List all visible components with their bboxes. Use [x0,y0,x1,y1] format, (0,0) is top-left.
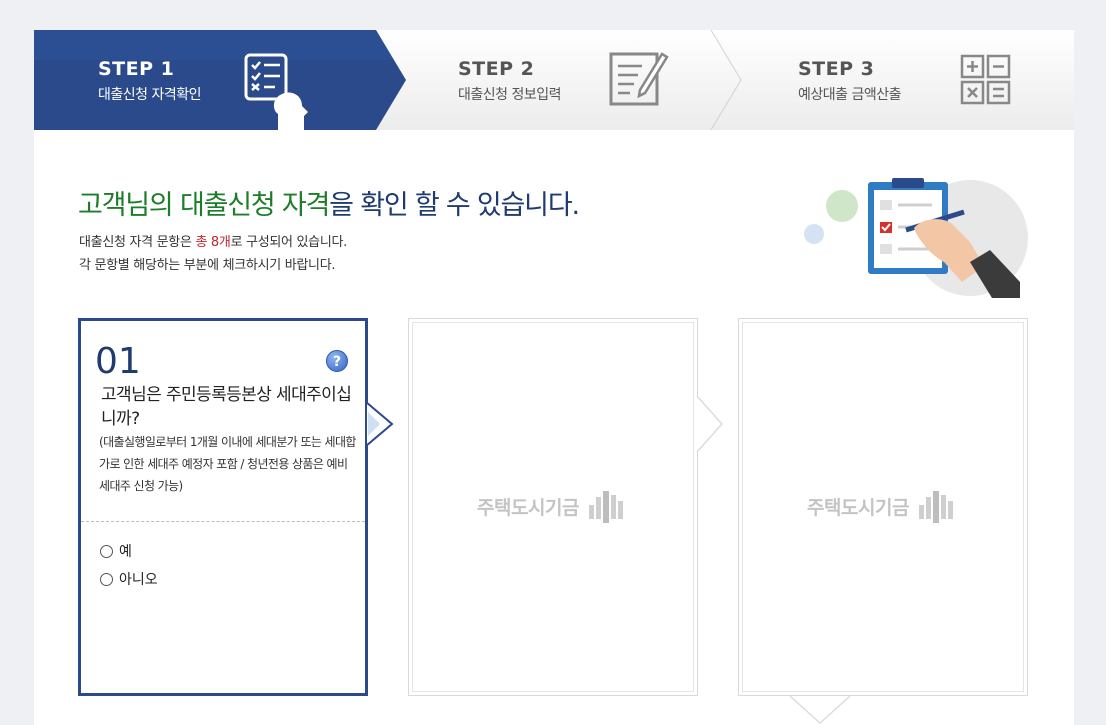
step-1-background [34,30,406,130]
step-3-tab[interactable]: STEP 3 예상대출 금액산출 [738,30,1074,130]
question-title: 고객님은 주민등록등본상 세대주이십니까? [101,385,352,429]
calculator-icon [960,54,1012,110]
question-card-01: 01 ? 고객님은 주민등록등본상 세대주이십니까? (대출실행일로부터 1개월… [78,318,368,696]
title-highlight: 고객님의 대출신청 자격 [78,190,330,221]
option-yes[interactable]: 예 [100,541,132,561]
title-rest: 을 확인 할 수 있습니다. [329,190,580,221]
step-progress-bar: STEP 1 대출신청 자격확인 STEP 2 대출신청 정보입력 STEP 3… [34,30,1074,130]
question-note: (대출실행일로부터 1개월 이내에 세대분가 또는 세대합가로 인한 세대주 예… [99,435,356,493]
document-pencil-icon [608,48,670,114]
page-description: 대출신청 자격 문항은 총 8개로 구성되어 있습니다. 각 문항별 해당하는 … [79,231,347,277]
desc-question-count: 총 8개 [195,235,231,250]
step-1-number: STEP 1 [98,58,175,80]
step-2-label: 대출신청 정보입력 [458,87,562,103]
radio-yes[interactable] [100,544,113,558]
divider [81,521,365,522]
desc-line2: 각 문항별 해당하는 부분에 체크하시기 바랍니다. [79,258,336,273]
card-2-arrow [696,396,724,452]
question-card-placeholder-2: 주택도시기금 [408,318,698,696]
card-3-down-arrow [790,695,850,725]
radio-no[interactable] [100,572,113,586]
watermark-text: 주택도시기금 [477,496,579,519]
building-logo-icon [918,491,953,523]
desc-line1-pre: 대출신청 자격 문항은 [79,235,196,250]
fund-watermark: 주택도시기금 [739,489,1027,523]
option-no-label: 아니오 [119,572,158,588]
step-3-number: STEP 3 [798,58,875,80]
option-yes-label: 예 [119,544,132,560]
step-3-label: 예상대출 금액산출 [798,87,902,103]
building-logo-icon [588,491,623,523]
step-1-tab[interactable]: STEP 1 대출신청 자격확인 [34,30,408,130]
step-1-label: 대출신청 자격확인 [98,87,202,103]
loan-wizard-panel: STEP 1 대출신청 자격확인 STEP 2 대출신청 정보입력 STEP 3… [34,30,1074,725]
desc-line1-post: 로 구성되어 있습니다. [230,235,348,250]
option-no[interactable]: 아니오 [100,569,158,589]
fund-watermark: 주택도시기금 [409,489,697,523]
question-number: 01 [95,341,141,382]
question-card-placeholder-3: 주택도시기금 [738,318,1028,696]
step-2-tab[interactable]: STEP 2 대출신청 정보입력 [408,30,738,130]
page-title: 고객님의 대출신청 자격을 확인 할 수 있습니다. [78,183,580,222]
card-1-arrow [365,402,394,446]
clipboard-hand-illustration-icon [794,178,1034,312]
watermark-text: 주택도시기금 [807,496,909,519]
step-2-number: STEP 2 [458,58,535,80]
help-icon[interactable]: ? [326,350,348,372]
